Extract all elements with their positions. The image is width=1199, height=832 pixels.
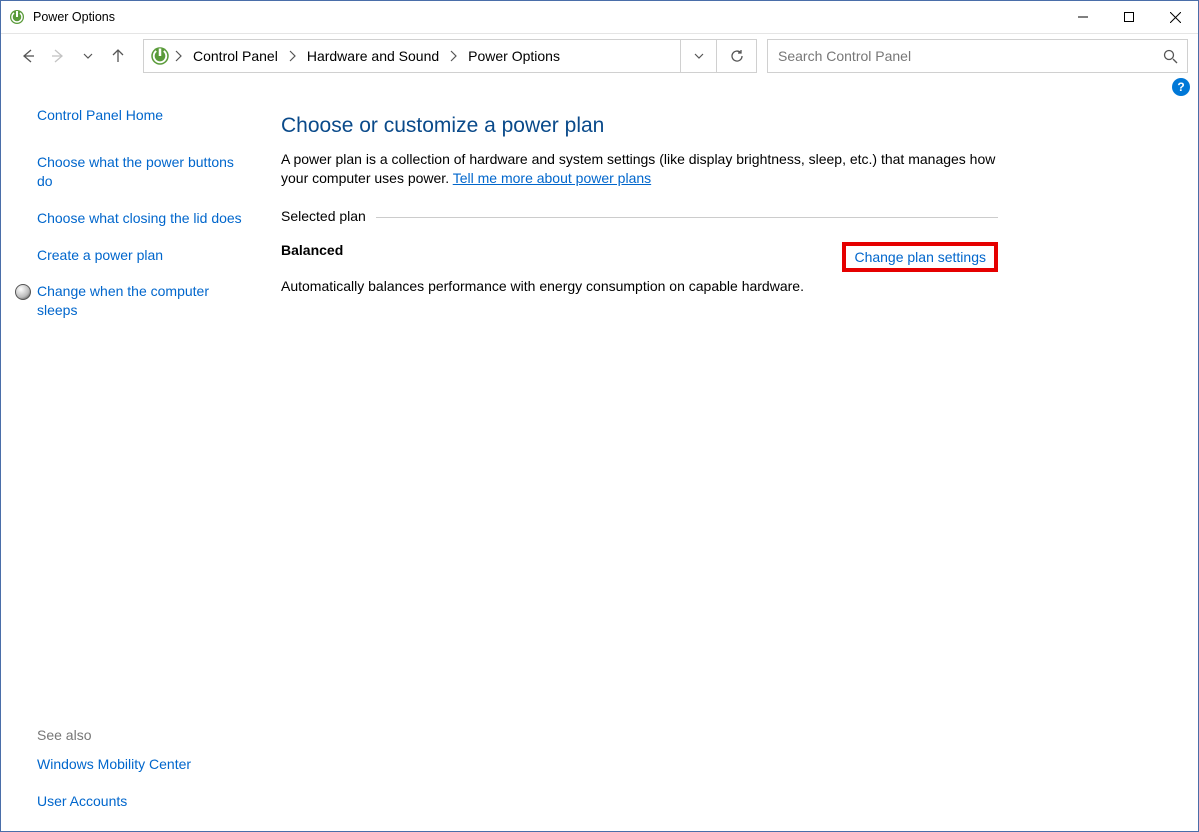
sidebar-link-power-buttons[interactable]: Choose what the power buttons do <box>37 153 243 191</box>
window: Power Options Control Panel <box>0 0 1199 832</box>
search-box[interactable] <box>767 39 1188 73</box>
selected-plan-label: Selected plan <box>281 208 366 224</box>
minimize-icon <box>1078 12 1088 22</box>
chevron-right-icon <box>449 50 458 62</box>
maximize-icon <box>1124 12 1134 22</box>
arrow-right-icon <box>49 47 67 65</box>
forward-button[interactable] <box>43 42 73 70</box>
toolbar: Control Panel Hardware and Sound Power O… <box>1 34 1198 78</box>
power-options-icon <box>150 46 170 66</box>
up-button[interactable] <box>103 42 133 70</box>
control-panel-home-link[interactable]: Control Panel Home <box>37 106 243 125</box>
maximize-button[interactable] <box>1106 1 1152 34</box>
minimize-button[interactable] <box>1060 1 1106 34</box>
search-icon <box>1163 49 1178 64</box>
breadcrumb-power-options[interactable]: Power Options <box>462 48 566 64</box>
divider <box>376 217 998 218</box>
chevron-right-icon <box>174 50 183 62</box>
window-title: Power Options <box>33 10 115 24</box>
breadcrumb-hardware-sound[interactable]: Hardware and Sound <box>301 48 445 64</box>
highlight-box: Change plan settings <box>842 242 998 272</box>
sidebar-link-closing-lid[interactable]: Choose what closing the lid does <box>37 209 243 228</box>
sidebar-link-create-plan[interactable]: Create a power plan <box>37 246 243 265</box>
recent-locations-button[interactable] <box>73 42 103 70</box>
search-button[interactable] <box>1153 39 1187 73</box>
selected-plan-section: Selected plan <box>281 208 998 224</box>
chevron-right-icon <box>288 50 297 62</box>
body: Control Panel Home Choose what the power… <box>1 100 1198 831</box>
sidebar: Control Panel Home Choose what the power… <box>1 100 261 831</box>
help-icon[interactable]: ? <box>1172 78 1190 96</box>
back-button[interactable] <box>13 42 43 70</box>
arrow-left-icon <box>19 47 37 65</box>
refresh-icon <box>729 48 745 64</box>
chevron-down-icon <box>82 50 94 62</box>
plan-description: Automatically balances performance with … <box>281 278 998 294</box>
sidebar-link-computer-sleeps[interactable]: Change when the computer sleeps <box>37 282 243 320</box>
address-history-button[interactable] <box>681 39 717 73</box>
page-description: A power plan is a collection of hardware… <box>281 150 998 188</box>
plan-row: Balanced Change plan settings <box>281 242 998 272</box>
change-plan-settings-link[interactable]: Change plan settings <box>854 249 986 265</box>
arrow-up-icon <box>109 47 127 65</box>
search-input[interactable] <box>768 48 1153 64</box>
close-button[interactable] <box>1152 1 1198 34</box>
close-icon <box>1170 12 1181 23</box>
see-also-label: See also <box>37 727 243 743</box>
titlebar: Power Options <box>1 1 1198 34</box>
help-row: ? <box>1 78 1198 100</box>
tell-me-more-link[interactable]: Tell me more about power plans <box>453 170 651 186</box>
main-content: Choose or customize a power plan A power… <box>261 100 1198 831</box>
plan-name: Balanced <box>281 242 343 258</box>
power-options-icon <box>9 9 25 25</box>
breadcrumb-control-panel[interactable]: Control Panel <box>187 48 284 64</box>
chevron-down-icon <box>693 50 705 62</box>
see-also-mobility-center[interactable]: Windows Mobility Center <box>37 755 243 774</box>
page-heading: Choose or customize a power plan <box>281 114 998 138</box>
refresh-button[interactable] <box>717 39 757 73</box>
address-bar[interactable]: Control Panel Hardware and Sound Power O… <box>143 39 681 73</box>
see-also-user-accounts[interactable]: User Accounts <box>37 792 243 811</box>
